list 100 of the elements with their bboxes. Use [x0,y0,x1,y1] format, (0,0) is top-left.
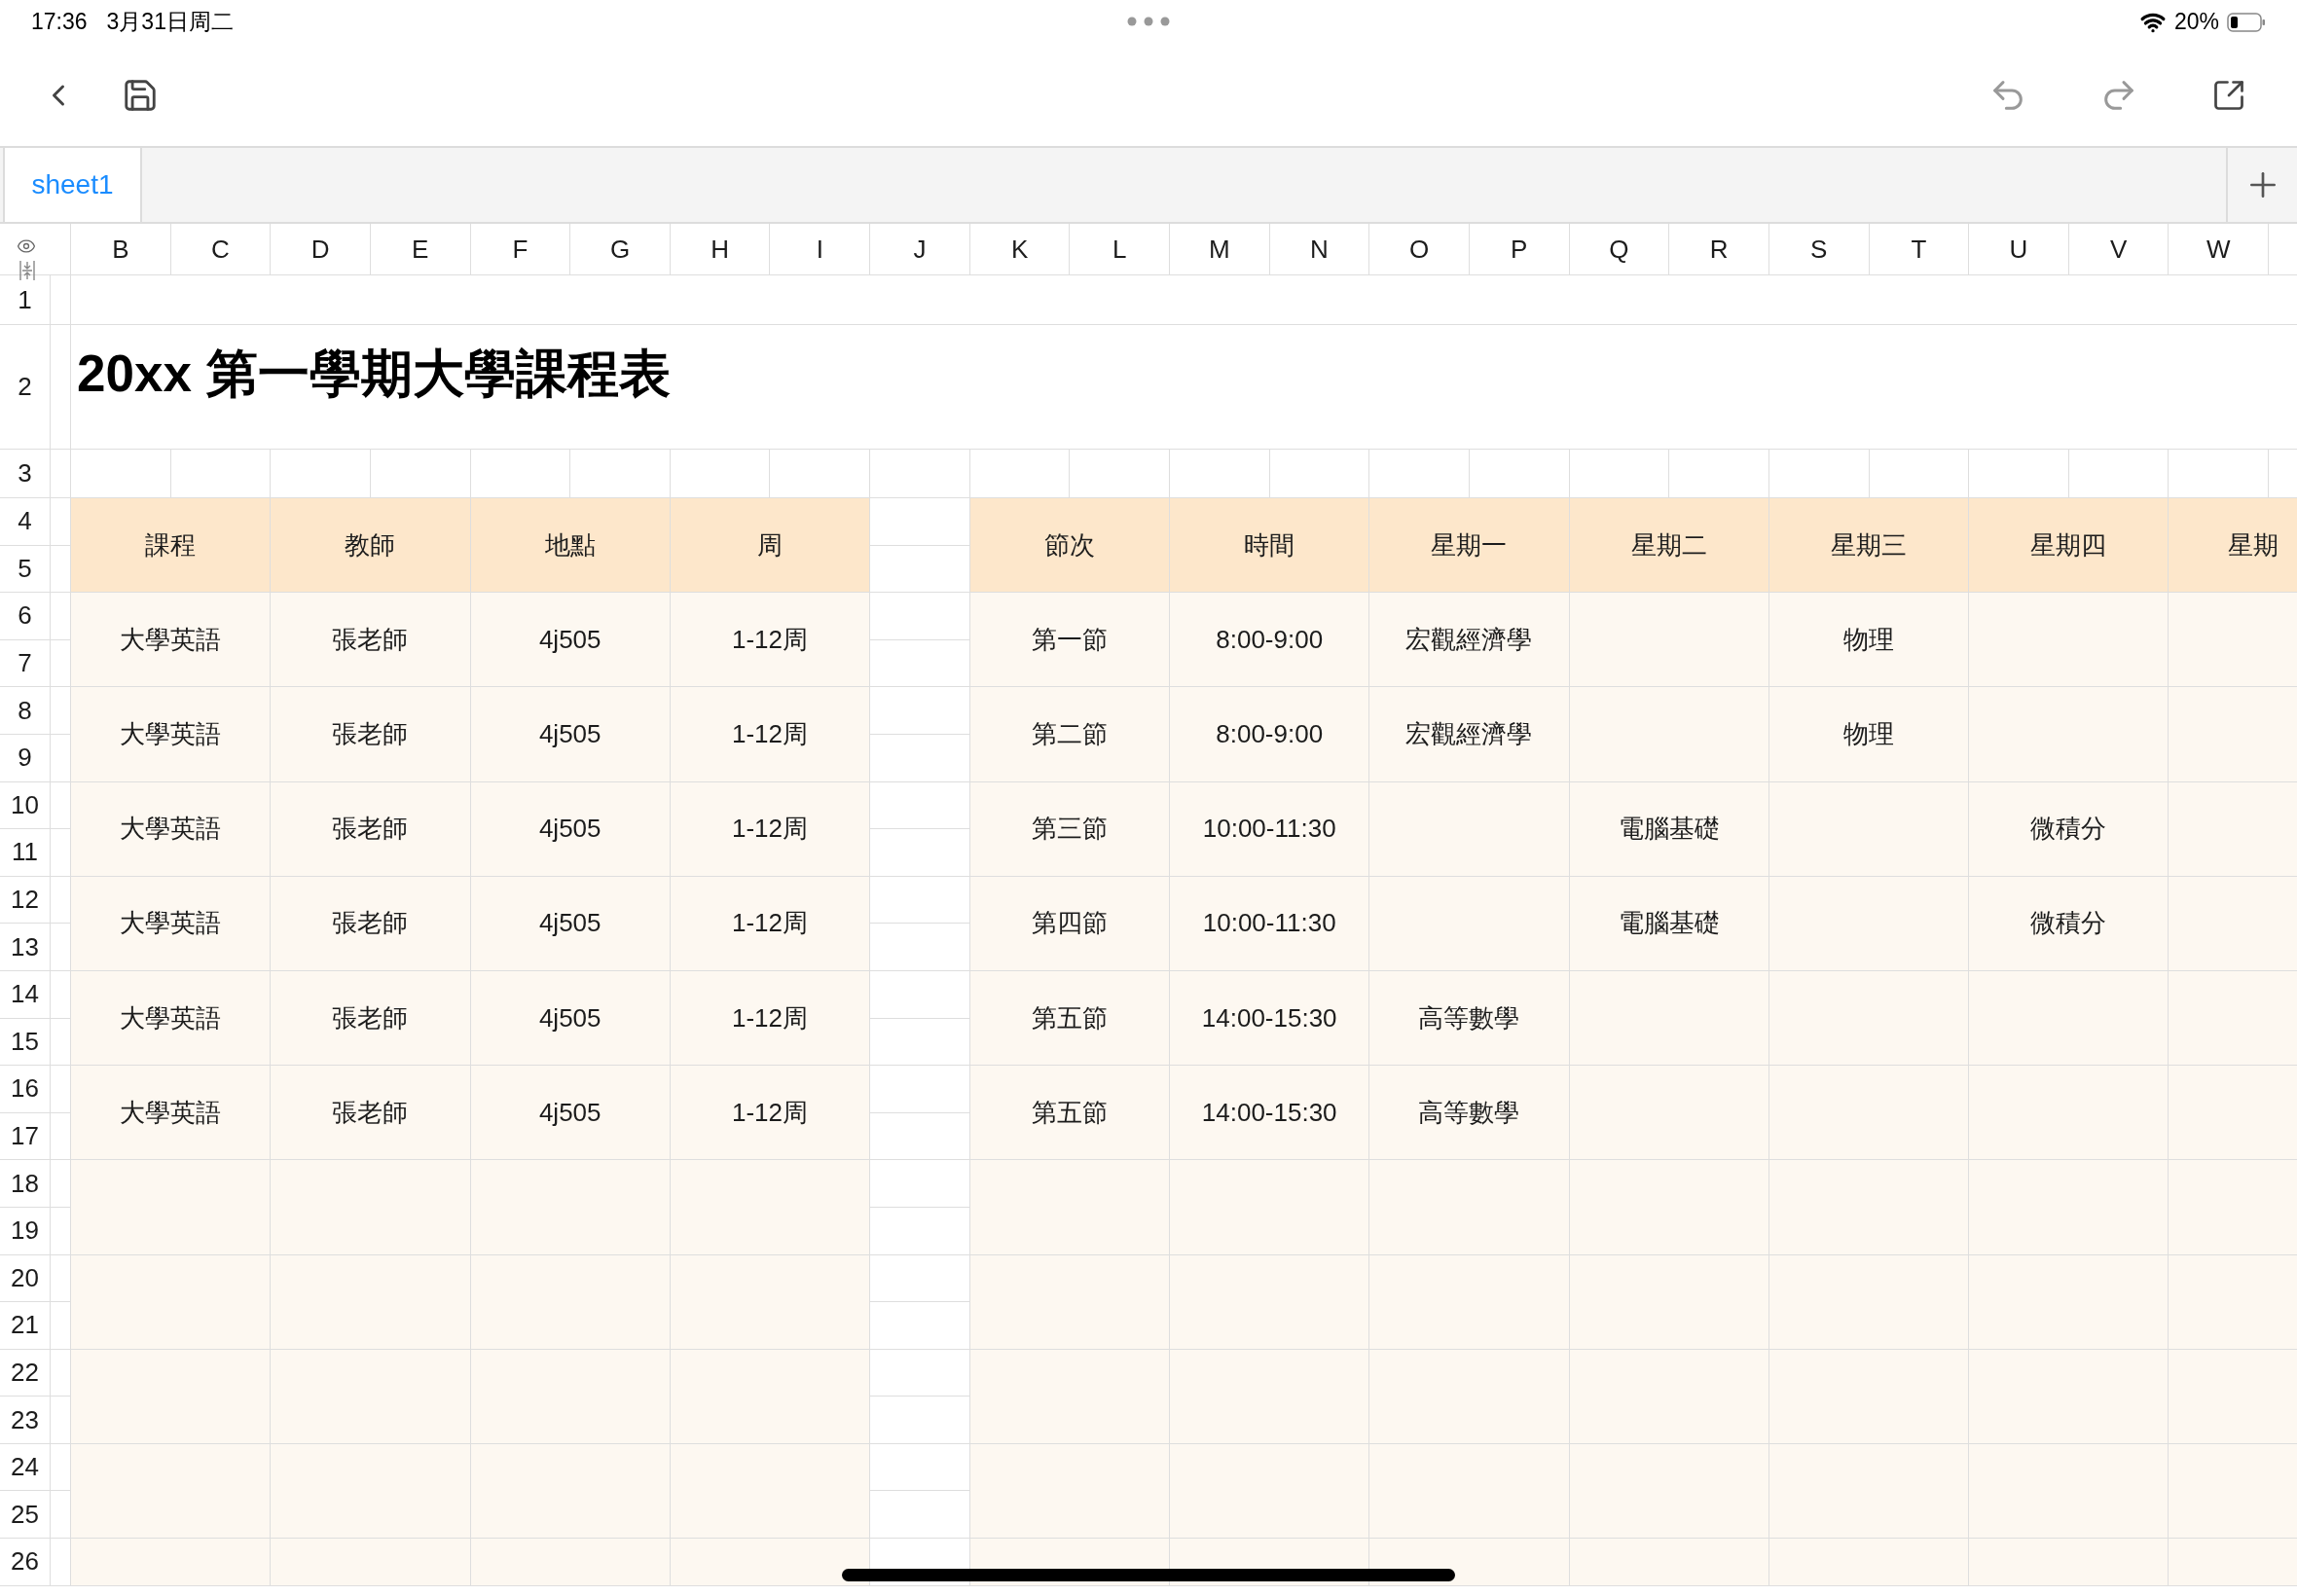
column-header: N [1269,224,1370,275]
column-header: B [71,224,171,275]
table-cell: 張老師 [271,593,471,688]
row-header: 1 [0,275,51,325]
column-header: M [1170,224,1270,275]
column-header: I [770,224,871,275]
column-header: K [969,224,1071,275]
freeze-icon[interactable] [18,261,36,280]
table-cell: 張老師 [271,1066,471,1161]
table-cell: 4j505 [470,687,671,782]
battery-icon [2227,12,2266,32]
column-header: 課程 [71,498,272,594]
column-header: 星期一 [1369,498,1570,594]
battery-level: 20% [2173,8,2219,37]
table-cell: 8:00-9:00 [1170,593,1370,688]
column-header: T [1869,224,1970,275]
row-header: 12 [0,876,51,925]
column-header: R [1669,224,1769,275]
table-cell: 4j505 [470,876,671,971]
table-cell: 大學英語 [71,781,272,877]
sheet-title: 20xx 第一學期大學課程表 [77,344,671,404]
row-header: 18 [0,1160,51,1208]
status-date: 3月31日周二 [106,8,234,37]
table-cell: 微積分 [1969,876,2169,971]
table-cell: 4j505 [470,1066,671,1161]
row-header: 17 [0,1112,51,1161]
column-header: 教師 [271,498,471,594]
table-cell: 大學英語 [71,876,272,971]
row-header: 15 [0,1018,51,1067]
table-cell: 張老師 [271,687,471,782]
row-header: 19 [0,1207,51,1255]
table-cell: 物理 [1768,687,1970,782]
table-cell: 大學英語 [71,593,272,688]
row-header: 16 [0,1066,51,1113]
row-header: 10 [0,781,51,830]
row-header: 21 [0,1302,51,1350]
table-cell: 8:00-9:00 [1170,687,1370,782]
column-header: D [271,224,371,275]
row-header: 13 [0,924,51,971]
column-header: Q [1569,224,1670,275]
status-time: 17:36 [31,8,88,37]
column-header: V [2068,224,2169,275]
column-header: 星期 [2169,498,2297,594]
column-header: 周 [670,498,871,594]
table-cell: 4j505 [470,970,671,1067]
row-header: 20 [0,1254,51,1303]
row-header: 8 [0,687,51,735]
row-header: 9 [0,734,51,782]
more-icon[interactable] [1127,17,1170,26]
column-header: H [670,224,771,275]
table-cell: 第四節 [969,876,1171,971]
table-cell: 宏觀經濟學 [1369,687,1570,782]
column-header: 星期二 [1569,498,1769,594]
column-header: P [1469,224,1570,275]
row-header: 22 [0,1349,51,1397]
column-header: F [470,224,571,275]
row-header: 24 [0,1443,51,1492]
table-cell: 1-12周 [670,781,871,877]
sheet-tab[interactable]: sheet1 [3,148,142,222]
row-header: 7 [0,639,51,688]
table-cell: 物理 [1768,593,1970,688]
table-cell: 大學英語 [71,1066,272,1161]
table-cell: 張老師 [271,876,471,971]
column-header: 節次 [969,498,1171,594]
table-cell: 10:00-11:30 [1170,781,1370,877]
column-header: E [370,224,471,275]
table-cell: 微積分 [1969,781,2169,877]
column-header: 星期三 [1768,498,1970,594]
table-cell: 電腦基礎 [1569,876,1769,971]
column-header: J [870,224,970,275]
column-header: U [1969,224,2069,275]
column-header: G [570,224,671,275]
table-cell: 4j505 [470,781,671,877]
row-header: 2 [0,325,51,450]
column-header: 星期四 [1969,498,2169,594]
table-cell: 高等數學 [1369,1066,1570,1161]
table-cell: 高等數學 [1369,970,1570,1067]
column-header: L [1070,224,1171,275]
table-cell: 張老師 [271,970,471,1067]
table-cell: 第二節 [969,687,1171,782]
row-header: 11 [0,829,51,877]
table-cell: 宏觀經濟學 [1369,593,1570,688]
table-cell: 電腦基礎 [1569,781,1769,877]
row-header: 26 [0,1539,51,1586]
table-cell: 1-12周 [670,1066,871,1161]
table-cell: 張老師 [271,781,471,877]
row-header: 14 [0,970,51,1019]
column-header: 時間 [1170,498,1370,594]
table-cell: 大學英語 [71,687,272,782]
row-header: 25 [0,1491,51,1540]
table-cell: 10:00-11:30 [1170,876,1370,971]
row-header: 3 [0,450,51,498]
table-cell: 第一節 [969,593,1171,688]
table-cell: 1-12周 [670,687,871,782]
column-header: C [170,224,272,275]
table-cell: 第五節 [969,970,1171,1067]
row-header: 4 [0,498,51,546]
table-cell: 14:00-15:30 [1170,1066,1370,1161]
column-header: 地點 [470,498,671,594]
column-header: O [1369,224,1470,275]
